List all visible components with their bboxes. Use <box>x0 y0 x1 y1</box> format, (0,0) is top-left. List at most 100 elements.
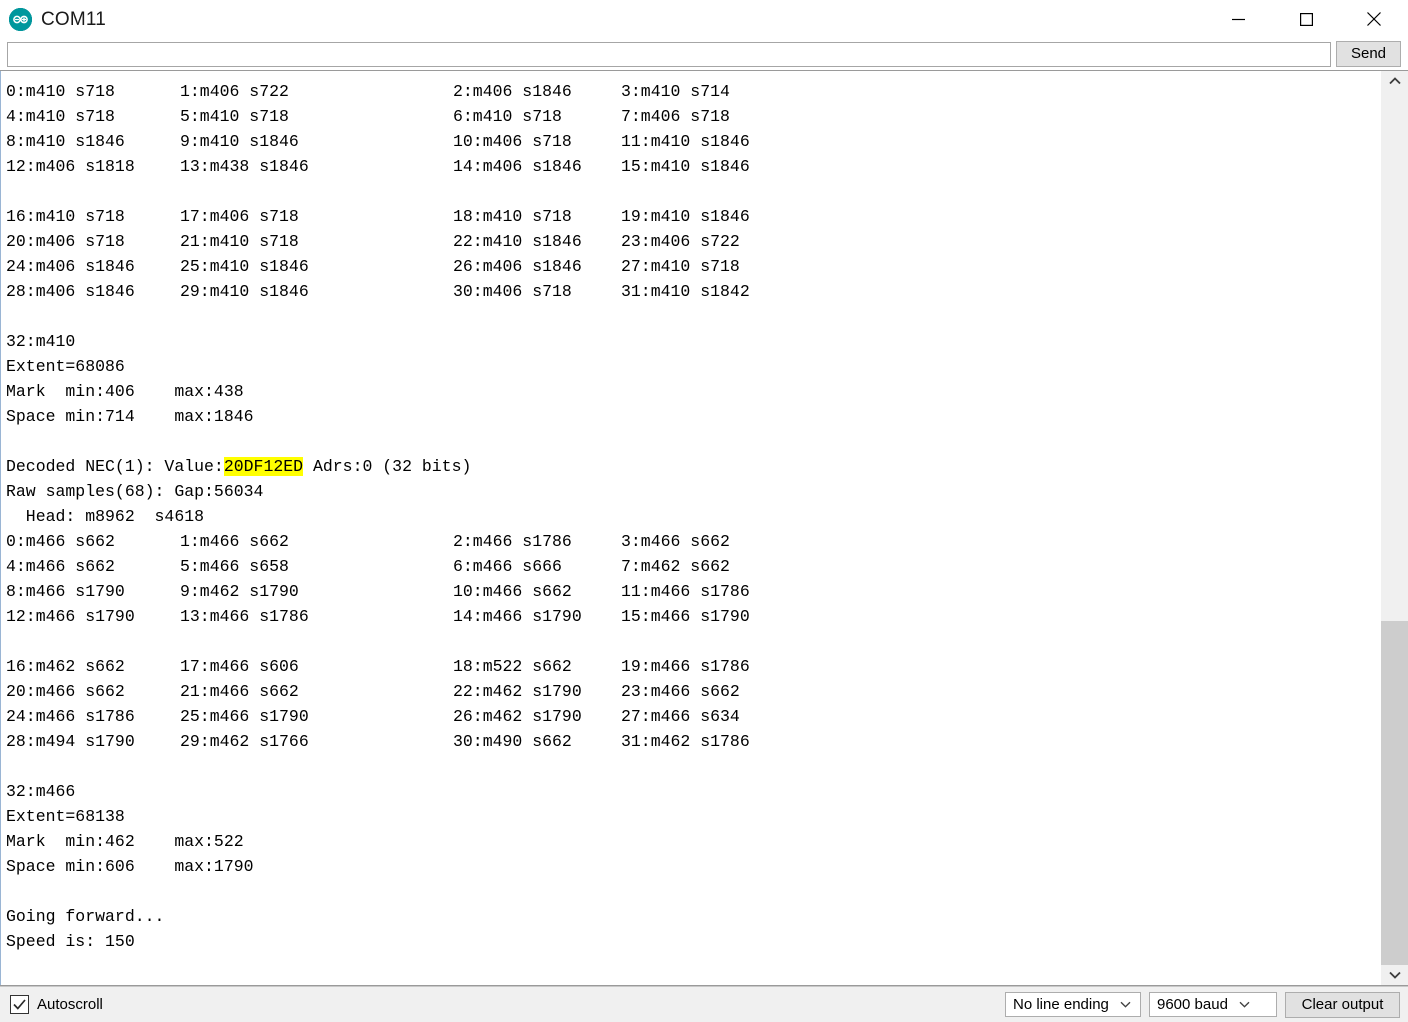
console-cell: 19:m466 s1786 <box>621 657 750 676</box>
console-cell: 15:m466 s1790 <box>621 607 750 626</box>
scrollbar-thumb[interactable] <box>1381 621 1408 965</box>
line-ending-value: No line ending <box>1013 996 1109 1013</box>
decoded-prefix: Decoded NEC(1): Value: <box>6 457 224 476</box>
console-line: Mark min:462 max:522 <box>6 832 244 851</box>
console-cell: 20:m466 s662 <box>6 682 125 701</box>
autoscroll-label: Autoscroll <box>37 996 103 1013</box>
console-cell: 3:m466 s662 <box>621 532 730 551</box>
clear-output-button[interactable]: Clear output <box>1285 991 1400 1018</box>
console-row: 8:m466 s1790 9:m462 s1790 10:m466 s662 11:m… <box>1 579 1380 604</box>
close-button[interactable] <box>1340 0 1408 38</box>
console-cell: 4:m466 s662 <box>6 557 115 576</box>
autoscroll-checkbox[interactable] <box>10 995 29 1014</box>
console-cell: 16:m410 s718 <box>6 207 125 226</box>
console-row: 20:m406 s718 21:m410 s718 22:m410 s1846 23:… <box>1 229 1380 254</box>
console-cell: 31:m410 s1842 <box>621 282 750 301</box>
console-cell: 15:m410 s1846 <box>621 157 750 176</box>
console-cell: 31:m462 s1786 <box>621 732 750 751</box>
console-cell: 12:m466 s1790 <box>6 607 135 626</box>
console-output[interactable]: Head: m8962 s4618 0:m410 s718 1:m406 s722 2… <box>1 71 1380 985</box>
console-cell: 2:m406 s1846 <box>453 82 572 101</box>
autoscroll-toggle[interactable]: Autoscroll <box>10 995 103 1014</box>
console-row: 24:m466 s1786 25:m466 s1790 26:m462 s1790 2… <box>1 704 1380 729</box>
title-bar-left: COM11 <box>0 7 107 31</box>
console-cell: 18:m410 s718 <box>453 207 572 226</box>
console-row: 8:m410 s1846 9:m410 s1846 10:m406 s718 11:m… <box>1 129 1380 154</box>
maximize-icon <box>1299 12 1313 26</box>
console-line: Space min:714 max:1846 <box>6 407 254 426</box>
check-icon <box>13 999 26 1010</box>
close-icon <box>1367 12 1381 26</box>
console-cell: 13:m466 s1786 <box>180 607 309 626</box>
console-cell: 3:m410 s714 <box>621 82 730 101</box>
console-cell: 8:m410 s1846 <box>6 132 125 151</box>
line-ending-chevron-down-icon[interactable] <box>1115 1001 1137 1008</box>
console-cell: 9:m410 s1846 <box>180 132 299 151</box>
console-cell: 20:m406 s718 <box>6 232 125 251</box>
console-row: 12:m406 s1818 13:m438 s1846 14:m406 s1846 1… <box>1 154 1380 179</box>
send-button[interactable]: Send <box>1336 41 1401 67</box>
console-cell: 25:m410 s1846 <box>180 257 309 276</box>
console-row: 0:m410 s718 1:m406 s722 2:m406 s1846 3:m410… <box>1 79 1380 104</box>
chevron-up-icon <box>1388 77 1401 85</box>
console-cell: 1:m466 s662 <box>180 532 289 551</box>
console-cell: 29:m410 s1846 <box>180 282 309 301</box>
console-line: 32:m410 <box>6 332 76 351</box>
console-line: Space min:606 max:1790 <box>6 857 254 876</box>
status-bar: Autoscroll No line ending 9600 baud Clea… <box>0 986 1408 1022</box>
console-cell: 5:m410 s718 <box>180 107 289 126</box>
console-row <box>1 629 1380 654</box>
console-cell: 23:m406 s722 <box>621 232 740 251</box>
maximize-button[interactable] <box>1272 0 1340 38</box>
line-ending-select[interactable]: No line ending <box>1005 992 1141 1017</box>
console-cell: 5:m466 s658 <box>180 557 289 576</box>
console-cell: 17:m406 s718 <box>180 207 299 226</box>
console-cell: 27:m410 s718 <box>621 257 740 276</box>
console-cell: 7:m406 s718 <box>621 107 730 126</box>
send-row: Send <box>0 38 1408 70</box>
decoded-suffix: Adrs:0 (32 bits) <box>303 457 472 476</box>
decoded-value-highlight: 20DF12ED <box>223 457 304 476</box>
console-cell: 28:m406 s1846 <box>6 282 135 301</box>
serial-monitor-window: COM11 Send 0:m410 s718 1:m406 s722 2:m40… <box>0 0 1408 1022</box>
scroll-up-button[interactable] <box>1381 71 1408 91</box>
scroll-down-button[interactable] <box>1381 965 1408 985</box>
console-cell: 16:m462 s662 <box>6 657 125 676</box>
console-cell: 9:m462 s1790 <box>180 582 299 601</box>
console-cell: 1:m406 s722 <box>180 82 289 101</box>
console-cell: 27:m466 s634 <box>621 707 740 726</box>
console-cell: 6:m410 s718 <box>453 107 562 126</box>
send-input[interactable] <box>8 42 1330 66</box>
console-cell: 26:m462 s1790 <box>453 707 582 726</box>
console-cell: 21:m410 s718 <box>180 232 299 251</box>
page-title: COM11 <box>41 8 107 30</box>
minimize-button[interactable] <box>1204 0 1272 38</box>
baud-rate-select[interactable]: 9600 baud <box>1149 992 1277 1017</box>
console-row: 4:m466 s662 5:m466 s658 6:m466 s666 7:m462 … <box>1 554 1380 579</box>
console-cell: 10:m466 s662 <box>453 582 572 601</box>
console-area: Head: m8962 s4618 0:m410 s718 1:m406 s722 2… <box>0 70 1408 986</box>
console-row: 16:m462 s662 17:m466 s606 18:m522 s662 19:m… <box>1 654 1380 679</box>
console-row: 4:m410 s718 5:m410 s718 6:m410 s718 7:m406 … <box>1 104 1380 129</box>
send-input-wrapper[interactable] <box>7 41 1331 67</box>
chevron-down-icon <box>1388 971 1401 979</box>
console-line: Mark min:406 max:438 <box>6 382 244 401</box>
vertical-scrollbar[interactable] <box>1380 71 1408 985</box>
console-cell: 6:m466 s666 <box>453 557 562 576</box>
decoded-result-line: Decoded NEC(1): Value:20DF12ED Adrs:0 (3… <box>1 454 1380 479</box>
console-cell: 8:m466 s1790 <box>6 582 125 601</box>
baud-rate-chevron-down-icon[interactable] <box>1234 1001 1256 1008</box>
console-cell: 12:m406 s1818 <box>6 157 135 176</box>
arduino-infinity-logo-icon <box>9 7 32 31</box>
console-line: Extent=68086 <box>6 357 125 376</box>
console-cell: 21:m466 s662 <box>180 682 299 701</box>
console-row: 12:m466 s1790 13:m466 s1786 14:m466 s1790 1… <box>1 604 1380 629</box>
console-cell: 23:m466 s662 <box>621 682 740 701</box>
head-line: Head: m8962 s4618 <box>6 507 205 526</box>
console-line: 32:m466 <box>6 782 76 801</box>
console-row: 24:m406 s1846 25:m410 s1846 26:m406 s1846 2… <box>1 254 1380 279</box>
console-cell: 11:m466 s1786 <box>621 582 750 601</box>
